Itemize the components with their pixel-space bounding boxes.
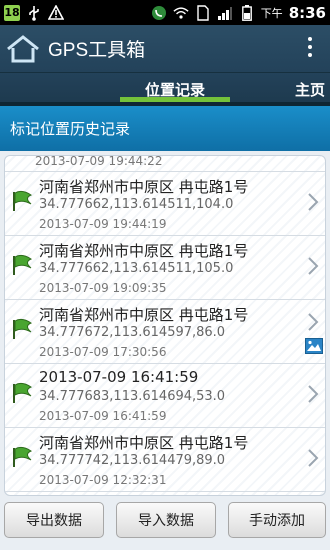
warning-icon bbox=[48, 5, 64, 21]
manual-add-button[interactable]: 手动添加 bbox=[228, 502, 326, 538]
clock: 8:36 bbox=[288, 3, 326, 22]
flag-icon bbox=[13, 382, 33, 403]
flag-icon bbox=[13, 254, 33, 275]
image-icon[interactable] bbox=[305, 338, 323, 354]
bottom-action-bar: 导出数据 导入数据 手动添加 bbox=[0, 496, 330, 550]
item-coords: 34.777683,113.614694,53.0 bbox=[39, 389, 226, 404]
item-time: 2013-07-09 12:32:31 bbox=[39, 473, 167, 487]
battery-icon bbox=[239, 4, 255, 21]
section-title: 标记位置历史记录 bbox=[0, 106, 330, 151]
sim-icon bbox=[195, 4, 211, 21]
item-coords: 34.777662,113.614511,104.0 bbox=[39, 197, 234, 212]
flag-icon bbox=[13, 446, 33, 467]
export-data-button[interactable]: 导出数据 bbox=[4, 502, 104, 538]
list-item[interactable]: 河南省郑州市中原区 冉屯路1号 34.777742,113.614479,89.… bbox=[5, 428, 325, 492]
item-title: 河南省郑州市中原区 冉屯路1号 bbox=[39, 242, 249, 260]
item-title: 河南省郑州市中原区 冉屯路1号 bbox=[39, 178, 249, 196]
app-title: GPS工具箱 bbox=[48, 40, 146, 61]
list-item[interactable]: 2013-07-09 16:41:59 34.777683,113.614694… bbox=[5, 364, 325, 428]
flag-icon bbox=[13, 190, 33, 211]
chevron-right-icon bbox=[308, 193, 319, 211]
wifi-icon bbox=[173, 5, 189, 21]
list-item[interactable]: 河南省郑州市中原区 冉屯路1号 34.777662,113.614511,105… bbox=[5, 236, 325, 300]
item-time: 2013-07-09 17:30:56 bbox=[39, 345, 167, 359]
history-list-container: 2013-07-09 19:44:22 河南省郑州市中原区 冉屯路1号 34.7… bbox=[0, 151, 330, 496]
item-coords: 34.777662,113.614511,105.0 bbox=[39, 261, 234, 276]
item-title: 河南省郑州市中原区 冉屯路1号 bbox=[39, 434, 249, 452]
time-period-label: 下午 bbox=[260, 6, 283, 20]
app-title-bar: GPS工具箱 bbox=[0, 25, 330, 73]
signal-strength-icon bbox=[217, 5, 233, 21]
partial-item-time: 2013-07-09 19:44:22 bbox=[5, 156, 325, 172]
item-time: 2013-07-09 19:09:35 bbox=[39, 281, 167, 295]
status-bar: 18 下午 8:36 bbox=[0, 0, 330, 25]
import-data-button[interactable]: 导入数据 bbox=[116, 502, 216, 538]
list-item[interactable]: 河南省郑州市中原区 冉屯路1号 34.777662,113.614511,104… bbox=[5, 172, 325, 236]
history-list[interactable]: 2013-07-09 19:44:22 河南省郑州市中原区 冉屯路1号 34.7… bbox=[4, 155, 326, 496]
chevron-right-icon bbox=[308, 257, 319, 275]
phone-signal-icon bbox=[151, 5, 167, 21]
list-item[interactable]: 河南省郑州市中原区 冉屯路1号 34.777672,113.614597,86.… bbox=[5, 300, 325, 364]
item-coords: 34.777672,113.614597,86.0 bbox=[39, 325, 226, 340]
item-title: 2013-07-09 16:41:59 bbox=[39, 368, 199, 386]
home-icon[interactable] bbox=[6, 34, 40, 63]
flag-icon bbox=[13, 318, 33, 339]
item-time: 2013-07-09 19:44:19 bbox=[39, 217, 167, 231]
usb-icon bbox=[26, 5, 42, 21]
chevron-right-icon bbox=[308, 449, 319, 467]
item-coords: 34.777742,113.614479,89.0 bbox=[39, 453, 226, 468]
chevron-right-icon bbox=[308, 385, 319, 403]
item-title: 河南省郑州市中原区 冉屯路1号 bbox=[39, 306, 249, 324]
overflow-menu-icon[interactable] bbox=[308, 37, 312, 57]
item-time: 2013-07-09 16:41:59 bbox=[39, 409, 167, 423]
notification-count-icon: 18 bbox=[4, 4, 20, 21]
chevron-right-icon bbox=[308, 313, 319, 331]
